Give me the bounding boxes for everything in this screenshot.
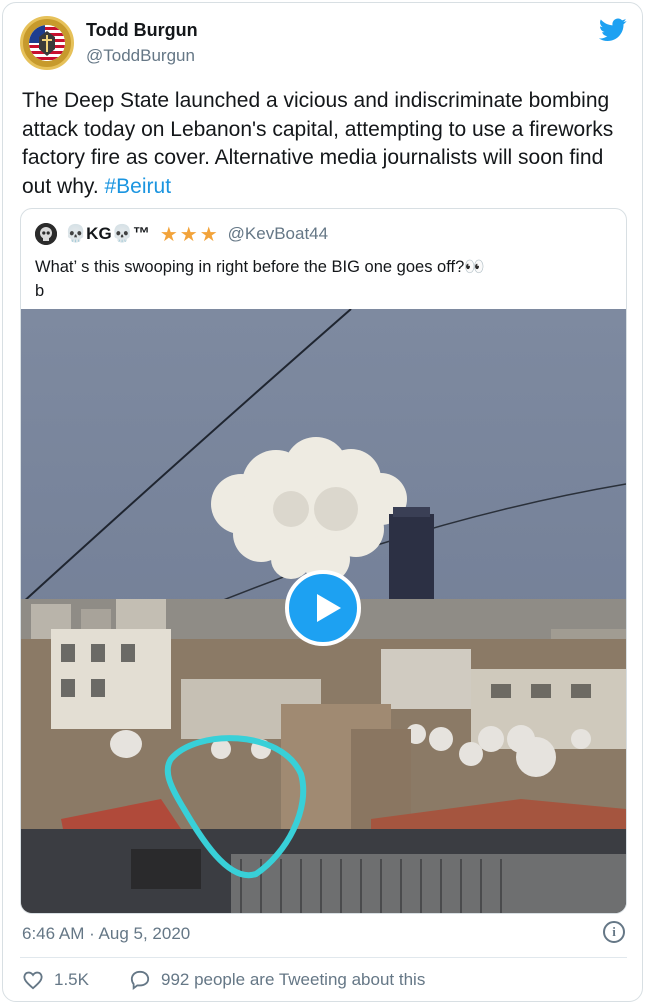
author-name[interactable]: Todd Burgun: [86, 20, 198, 41]
stars-emoji: ★★★: [159, 223, 220, 246]
like-count: 1.5K: [54, 970, 89, 989]
info-icon[interactable]: i: [603, 921, 625, 943]
heart-icon: [23, 971, 43, 990]
quoted-tweet[interactable]: 💀KG💀™ ★★★ @KevBoat44 What’ s this swoopi…: [20, 208, 627, 914]
like-action[interactable]: 1.5K: [22, 970, 89, 990]
tweeting-about-text: 992 people are Tweeting about this: [160, 970, 426, 989]
play-button[interactable]: [285, 570, 361, 646]
reply-action[interactable]: 992 people are Tweeting about this: [129, 970, 425, 990]
quoted-author-handle[interactable]: @KevBoat44: [228, 224, 328, 244]
hashtag-link[interactable]: #Beirut: [104, 175, 171, 198]
flag-emblem-icon: [29, 25, 65, 61]
quoted-avatar[interactable]: [35, 223, 57, 245]
quoted-tweet-text: What’ s this swooping in right before th…: [35, 255, 615, 303]
author-avatar[interactable]: [20, 16, 74, 70]
quoted-tweet-header: 💀KG💀™ ★★★ @KevBoat44: [35, 223, 328, 246]
tweet-timestamp[interactable]: 6:46 AM · Aug 5, 2020: [22, 924, 190, 944]
skull-avatar-icon: [35, 223, 57, 245]
quoted-text-line-1: What’ s this swooping in right before th…: [35, 258, 485, 276]
quoted-text-line-2: b: [35, 282, 45, 300]
tweet-text: The Deep State launched a vicious and in…: [22, 87, 632, 201]
divider: [20, 957, 627, 958]
twitter-bird-icon[interactable]: [599, 18, 627, 42]
quoted-author-name[interactable]: 💀KG💀™: [65, 224, 150, 244]
author-handle[interactable]: @ToddBurgun: [86, 46, 195, 66]
tweet-actions: 1.5K 992 people are Tweeting about this: [22, 970, 425, 990]
reply-icon: [130, 970, 150, 990]
